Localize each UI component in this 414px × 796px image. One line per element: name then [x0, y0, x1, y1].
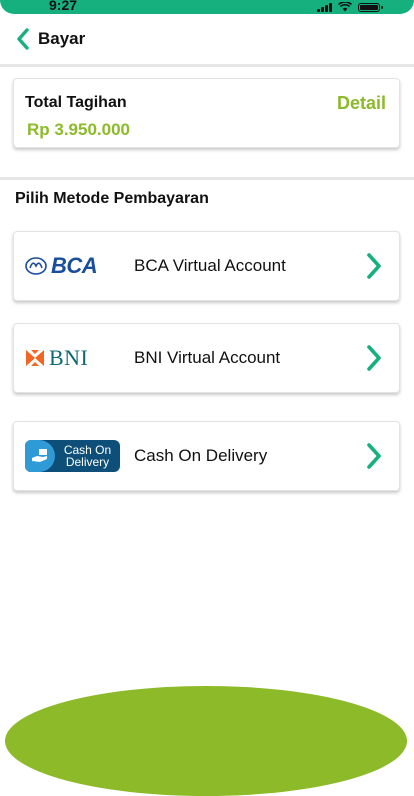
payment-method-cod[interactable]: Cash On Delivery Cash On Delivery	[13, 421, 400, 491]
bca-logo-text: BCA	[51, 253, 98, 278]
method-label: BCA Virtual Account	[134, 256, 286, 275]
bottom-decoration	[5, 686, 407, 796]
chevron-right-icon	[367, 253, 381, 279]
payment-method-bca[interactable]: BCA BCA Virtual Account	[13, 231, 400, 301]
total-amount: Rp 3.950.000	[27, 120, 131, 139]
status-icons	[317, 2, 383, 12]
cod-logo: Cash On Delivery	[25, 439, 120, 473]
chevron-right-icon	[367, 345, 381, 371]
bca-logo: BCA	[25, 249, 120, 283]
section-title: Pilih Metode Pembayaran	[15, 190, 209, 207]
total-card: Total Tagihan Rp 3.950.000 Detail	[13, 78, 400, 148]
signal-icon	[317, 2, 332, 12]
status-bar: 9:27	[0, 0, 414, 14]
status-time: 9:27	[49, 0, 78, 13]
chevron-left-icon	[17, 28, 29, 50]
chevron-right-icon	[367, 443, 381, 469]
section-divider	[0, 177, 414, 180]
method-label: Cash On Delivery	[134, 446, 268, 465]
cod-logo-text: Cash On Delivery	[63, 443, 112, 469]
bni-logo: BNI	[25, 341, 120, 375]
bca-emblem-icon	[25, 257, 47, 275]
wifi-icon	[338, 2, 352, 12]
hand-box-icon	[32, 449, 47, 462]
bni-emblem-icon	[26, 350, 44, 366]
method-label: BNI Virtual Account	[134, 348, 281, 367]
payment-method-bni[interactable]: BNI BNI Virtual Account	[13, 323, 400, 393]
detail-link[interactable]: Detail	[337, 93, 386, 114]
app-header: Bayar	[0, 14, 414, 64]
total-label: Total Tagihan	[25, 94, 127, 111]
page-title: Bayar	[38, 29, 86, 48]
battery-icon	[358, 2, 383, 12]
header-divider	[0, 64, 414, 67]
bni-logo-text: BNI	[49, 345, 89, 370]
back-button[interactable]	[12, 27, 34, 51]
